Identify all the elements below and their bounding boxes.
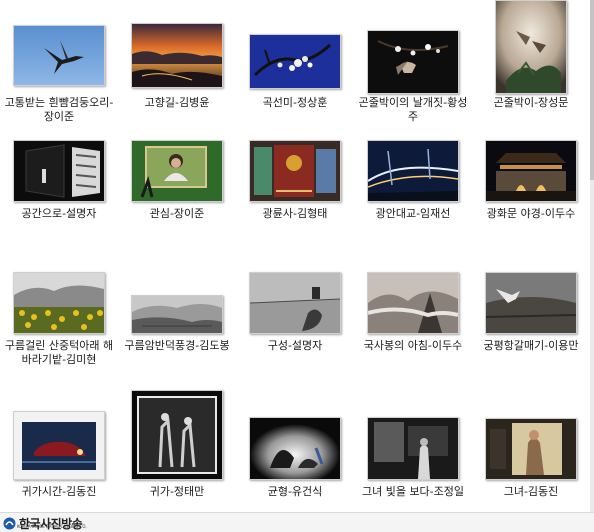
item-label[interactable]: 귀가-정태만 — [118, 485, 236, 499]
birds-painting-thumbnail[interactable] — [472, 0, 590, 94]
item-label[interactable]: 궁평항갈매기-이용만 — [472, 339, 590, 353]
woman-window-thumbnail[interactable] — [472, 418, 590, 480]
dancers-spotlight-thumbnail[interactable] — [236, 417, 354, 480]
car-night-thumbnail[interactable] — [0, 411, 118, 480]
item-label[interactable]: 귀가시간-김동진 — [0, 485, 118, 499]
scrollbar-thumb[interactable] — [590, 0, 594, 180]
item-label[interactable]: 곤줄박이-장성문 — [472, 96, 590, 110]
item-label[interactable]: 광화문 야경-이두수 — [472, 207, 590, 221]
vertical-scrollbar[interactable] — [590, 0, 594, 512]
bridge-night-thumbnail[interactable] — [354, 140, 472, 202]
thumbnail-grid: 고통받는 흰뺨검둥오리-장이준 고향길-김병윤 곡선미-정상훈 곤줄박이의 날개… — [0, 0, 590, 512]
item-label[interactable]: 국사봉의 아침-이두수 — [354, 339, 472, 353]
cloud-rocks-thumbnail[interactable] — [118, 295, 236, 334]
woman-light-thumbnail[interactable] — [354, 417, 472, 480]
sunflower-field-thumbnail[interactable] — [0, 272, 118, 334]
kib-logo-icon — [3, 517, 16, 529]
item-label[interactable]: 균형-유건식 — [236, 485, 354, 499]
footer-bar: 한국사진방송 KOREA IMAGE BROADCASTING CO. — [0, 512, 594, 532]
bird-blossom-thumbnail[interactable] — [354, 30, 472, 94]
figures-bw-thumbnail[interactable] — [118, 390, 236, 480]
item-label[interactable]: 광안대교-임재선 — [354, 207, 472, 221]
misty-mountain-thumbnail[interactable] — [354, 272, 472, 334]
item-label[interactable]: 그녀 빛을 보다-조정일 — [354, 485, 472, 499]
gwanghwamun-night-thumbnail[interactable] — [472, 140, 590, 202]
blossom-branch-thumbnail[interactable] — [236, 34, 354, 89]
item-label[interactable]: 곤줄박이의 날개짓-황성주 — [354, 96, 472, 124]
seagull-pier-thumbnail[interactable] — [472, 272, 590, 334]
item-label[interactable]: 곡선미-정상훈 — [236, 96, 354, 110]
logo-subtext: KOREA IMAGE BROADCASTING CO. — [17, 524, 87, 529]
item-label[interactable]: 구성-설명자 — [236, 339, 354, 353]
portrait-frame-thumbnail[interactable] — [118, 140, 236, 202]
lamp-wall-thumbnail[interactable] — [236, 272, 354, 334]
item-label[interactable]: 관심-장이준 — [118, 207, 236, 221]
item-label[interactable]: 그녀-김동진 — [472, 485, 590, 499]
temple-mural-thumbnail[interactable] — [236, 140, 354, 202]
item-label[interactable]: 광륜사-김형태 — [236, 207, 354, 221]
item-label[interactable]: 구름암반덕풍경-김도봉 — [118, 339, 236, 353]
sunset-islands-thumbnail[interactable] — [118, 23, 236, 88]
item-label[interactable]: 구름걸린 산중턱아래 해바라기밭-김미현 — [0, 339, 118, 367]
item-label[interactable]: 고통받는 흰뺨검둥오리-장이준 — [0, 96, 118, 124]
item-label[interactable]: 공간으로-설명자 — [0, 207, 118, 221]
flying-duck-thumbnail[interactable] — [0, 25, 118, 86]
item-label[interactable]: 고향길-김병윤 — [118, 96, 236, 110]
dark-doorway-thumbnail[interactable] — [0, 140, 118, 202]
